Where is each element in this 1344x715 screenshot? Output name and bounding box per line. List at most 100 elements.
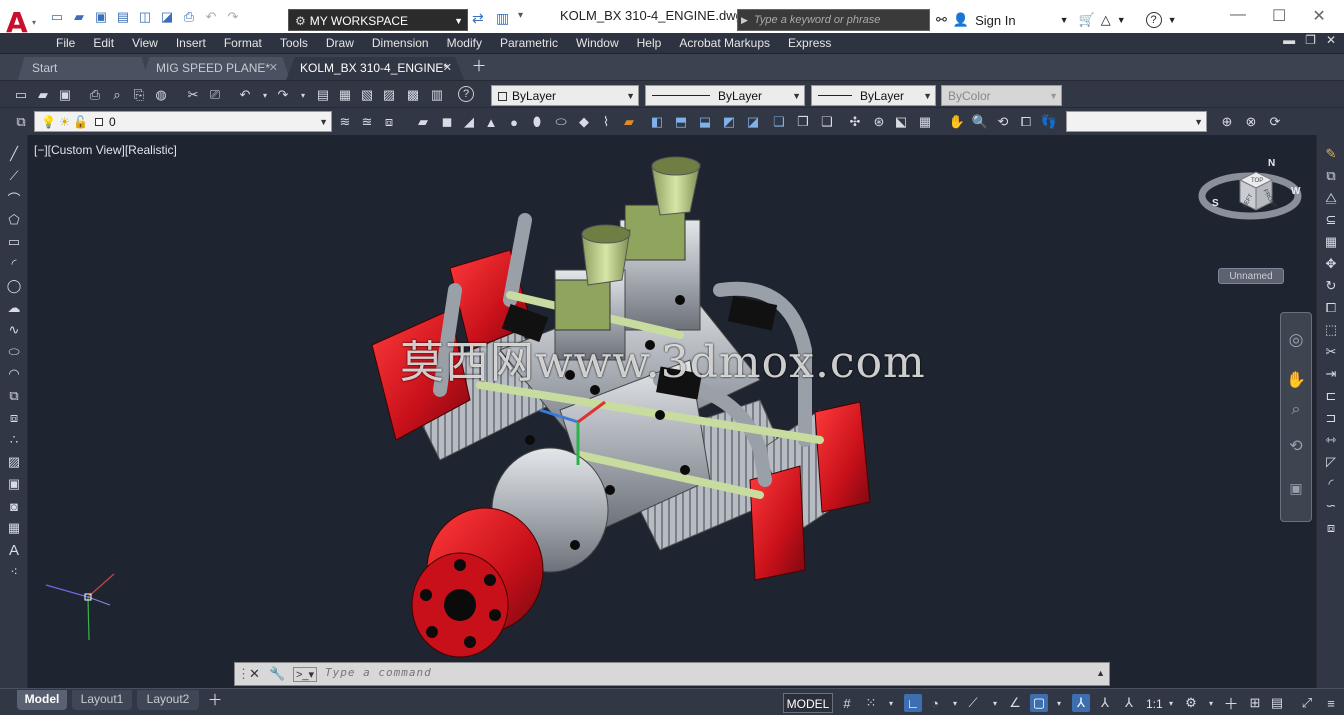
- match-properties-icon[interactable]: ⎚: [206, 86, 224, 104]
- color-dropdown[interactable]: ByLayer ▼: [491, 85, 639, 106]
- array-icon[interactable]: ▦: [1322, 233, 1340, 251]
- design-center-icon[interactable]: ▧: [358, 86, 376, 104]
- walk-icon[interactable]: 👣: [1040, 113, 1058, 131]
- engine-3d-model[interactable]: [360, 150, 900, 660]
- chevron-down-icon[interactable]: ▼: [1168, 15, 1177, 25]
- close-icon[interactable]: ✕: [443, 57, 452, 79]
- sphere-icon[interactable]: ●: [505, 113, 523, 131]
- menu-file[interactable]: File: [47, 36, 84, 50]
- box-icon[interactable]: ◼: [438, 113, 456, 131]
- add-selected-icon[interactable]: ⁖: [5, 563, 23, 581]
- planar-surface-icon[interactable]: ▰: [620, 113, 638, 131]
- menu-view[interactable]: View: [123, 36, 167, 50]
- menu-window[interactable]: Window: [567, 36, 628, 50]
- chamfer-icon[interactable]: ◸: [1322, 453, 1340, 471]
- polyline-icon[interactable]: ⌒: [5, 189, 23, 207]
- properties-icon[interactable]: ▦: [336, 86, 354, 104]
- layout-tab-layout1[interactable]: Layout1: [72, 690, 132, 710]
- sheet-set-icon[interactable]: ▩: [404, 86, 422, 104]
- steering-wheel-icon[interactable]: ◎: [1287, 330, 1305, 349]
- customization-icon[interactable]: ≡: [1322, 694, 1340, 712]
- make-block-icon[interactable]: ⧈: [5, 409, 23, 427]
- menu-format[interactable]: Format: [215, 36, 271, 50]
- orbit-icon[interactable]: ⟲: [1287, 437, 1305, 455]
- 3d-array-icon[interactable]: ▦: [916, 113, 934, 131]
- wedge-icon[interactable]: ◢: [460, 113, 478, 131]
- chevron-down-icon[interactable]: ▾: [1202, 694, 1220, 712]
- menu-express[interactable]: Express: [779, 36, 840, 50]
- annotation-scale-icon[interactable]: ⅄: [1120, 694, 1138, 712]
- named-view-dropdown[interactable]: ▼: [1066, 111, 1207, 132]
- hatch-icon[interactable]: ▨: [5, 453, 23, 471]
- construction-line-icon[interactable]: ⟋: [5, 167, 23, 185]
- ellipse-arc-icon[interactable]: ◠: [5, 365, 23, 383]
- presspull-icon[interactable]: ⬒: [672, 113, 690, 131]
- tool-palettes-icon[interactable]: ▨: [380, 86, 398, 104]
- mirror-icon[interactable]: ⧋: [1322, 189, 1340, 207]
- menu-draw[interactable]: Draw: [317, 36, 363, 50]
- menu-insert[interactable]: Insert: [167, 36, 215, 50]
- gradient-icon[interactable]: ▣: [5, 475, 23, 493]
- plot-icon[interactable]: ⎙: [180, 8, 198, 26]
- doc-restore-icon[interactable]: ❐: [1305, 33, 1316, 47]
- command-prompt-icon[interactable]: >_▾: [293, 667, 318, 682]
- clean-screen-icon[interactable]: ⤢: [1298, 694, 1316, 712]
- a360-icon[interactable]: △: [1101, 12, 1111, 28]
- chevron-down-icon[interactable]: ▾: [518, 10, 523, 21]
- menu-acrobat-markups[interactable]: Acrobat Markups: [670, 36, 779, 50]
- layout-tab-model[interactable]: Model: [17, 690, 67, 710]
- workspace-dropdown[interactable]: ⚙ MY WORKSPACE ▼: [288, 9, 468, 31]
- zoom-window-icon[interactable]: ⧠: [1017, 113, 1035, 131]
- polar-tracking-icon[interactable]: ◔: [926, 694, 944, 712]
- doc-close-icon[interactable]: ✕: [1326, 33, 1336, 47]
- chevron-down-icon[interactable]: ▼: [1060, 15, 1069, 25]
- multiline-text-icon[interactable]: A: [5, 541, 23, 559]
- union-icon[interactable]: ❏: [770, 113, 788, 131]
- layer-previous-icon[interactable]: ≊: [358, 113, 376, 131]
- chevron-down-icon[interactable]: ▾: [946, 694, 964, 712]
- 3d-rotate-icon[interactable]: ⊛: [870, 113, 888, 131]
- line-icon[interactable]: ╱: [5, 145, 23, 163]
- annotation-monitor-icon[interactable]: ＋: [1222, 694, 1240, 713]
- open-icon[interactable]: ▰: [70, 8, 88, 26]
- compass-north[interactable]: N: [1268, 158, 1275, 169]
- save-web-icon[interactable]: ◪: [158, 8, 176, 26]
- 3d-print-icon[interactable]: ◍: [152, 86, 170, 104]
- zoom-extents-icon[interactable]: ⌕: [1287, 401, 1305, 419]
- tab-start[interactable]: Start: [18, 57, 148, 80]
- lineweight-dropdown[interactable]: ByLayer ▼: [811, 85, 936, 106]
- fillet-icon[interactable]: ◜: [1322, 475, 1340, 493]
- explode-icon[interactable]: ⧈: [1322, 519, 1340, 537]
- wrench-icon[interactable]: 🔧: [269, 666, 285, 682]
- menu-modify[interactable]: Modify: [438, 36, 491, 50]
- close-icon[interactable]: ✕: [249, 666, 260, 682]
- extend-icon[interactable]: ⇥: [1322, 365, 1340, 383]
- pan-icon[interactable]: ▤: [314, 86, 332, 104]
- save-as-icon[interactable]: ▤: [114, 8, 132, 26]
- stretch-icon[interactable]: ⬚: [1322, 321, 1340, 339]
- arc-icon[interactable]: ◜: [5, 255, 23, 273]
- model-space-button[interactable]: MODEL: [783, 693, 833, 713]
- cylinder-icon[interactable]: ⬮: [528, 113, 546, 131]
- ucs-menu[interactable]: Unnamed: [1218, 268, 1284, 284]
- redo-icon[interactable]: ↷: [274, 86, 292, 104]
- chevron-down-icon[interactable]: ▾: [256, 86, 274, 104]
- sheet-icon[interactable]: ▥: [496, 10, 509, 27]
- save-icon[interactable]: ▣: [92, 8, 110, 26]
- layer-state-icon[interactable]: ⧈: [380, 113, 398, 131]
- quick-properties-icon[interactable]: ▤: [1268, 694, 1286, 712]
- cut-icon[interactable]: ✂: [184, 86, 202, 104]
- break-at-point-icon[interactable]: ⊏: [1322, 387, 1340, 405]
- intersect-icon[interactable]: ❑: [818, 113, 836, 131]
- polysolid-icon[interactable]: ▰: [414, 113, 432, 131]
- help-icon[interactable]: ?: [458, 86, 474, 102]
- viewcube-top-face[interactable]: TOP: [1251, 178, 1263, 184]
- compass-south[interactable]: S: [1212, 198, 1219, 209]
- save-icon[interactable]: ▣: [56, 86, 74, 104]
- move-icon[interactable]: ✥: [1322, 255, 1340, 273]
- chevron-down-icon[interactable]: ▾: [1050, 694, 1068, 712]
- annotation-scale-value[interactable]: 1:1: [1146, 697, 1163, 711]
- join-icon[interactable]: ⇿: [1322, 431, 1340, 449]
- copy-icon[interactable]: ⧉: [1322, 167, 1340, 185]
- pan-hand-icon[interactable]: ✋: [1286, 371, 1306, 389]
